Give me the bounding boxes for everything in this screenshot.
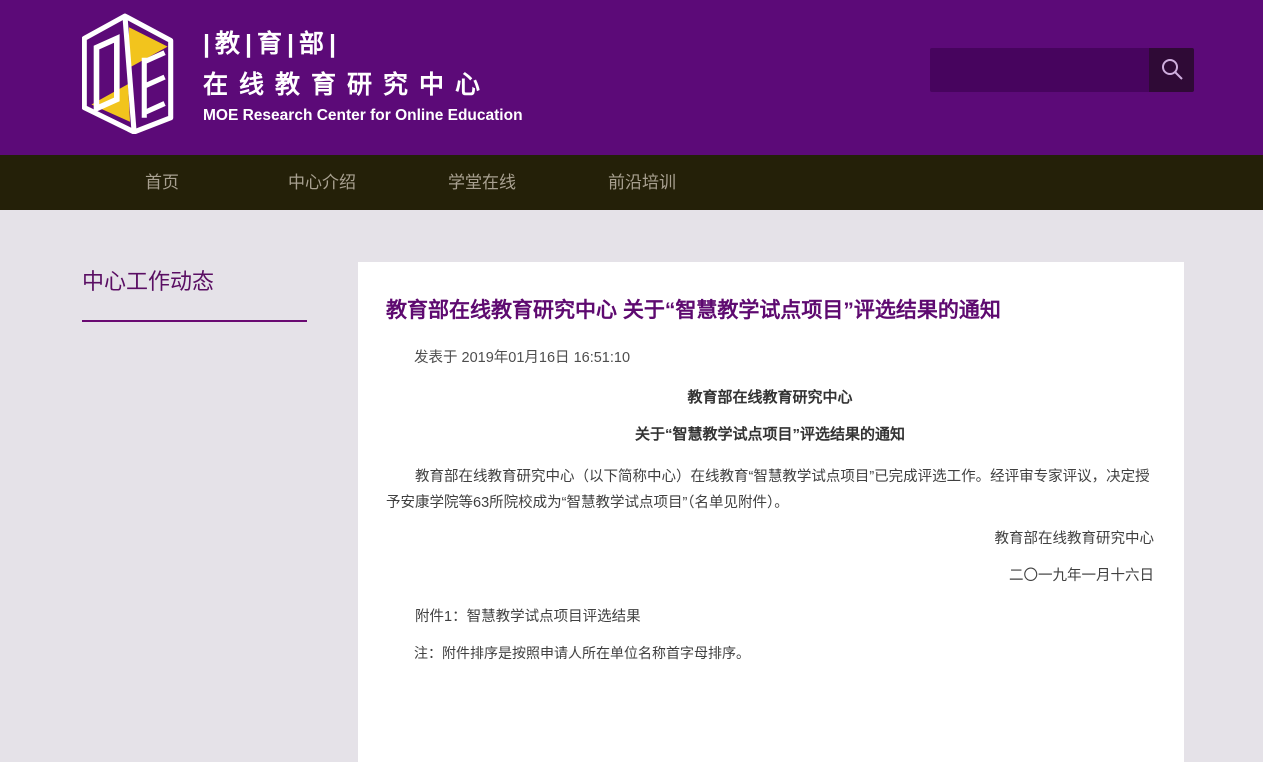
search-button[interactable] xyxy=(1149,48,1194,92)
nav-item-frontier-training[interactable]: 前沿培训 xyxy=(562,155,722,210)
publish-date: 发表于 2019年01月16日 16:51:10 xyxy=(386,346,1154,367)
nav-item-home[interactable]: 首页 xyxy=(82,155,242,210)
logo-text: |教|育|部| 在线教育研究中心 MOE Research Center for… xyxy=(203,28,523,126)
oe-logo-icon[interactable] xyxy=(82,12,174,134)
logo-center-name-label: 在线教育研究中心 xyxy=(203,70,523,100)
nav-item-xuetang-online[interactable]: 学堂在线 xyxy=(402,155,562,210)
logo-ministry-label: |教|育|部| xyxy=(203,28,523,60)
article-card: 教育部在线教育研究中心 关于“智慧教学试点项目”评选结果的通知 发表于 2019… xyxy=(358,262,1184,762)
main-nav: 首页 中心介绍 学堂在线 前沿培训 xyxy=(0,155,1263,210)
signature-date: 二〇一九年一月十六日 xyxy=(386,564,1154,585)
search-input[interactable] xyxy=(930,48,1149,92)
note-line: 注：附件排序是按照申请人所在单位名称首字母排序。 xyxy=(386,643,1154,663)
nav-item-center-intro[interactable]: 中心介绍 xyxy=(242,155,402,210)
doc-org-heading: 教育部在线教育研究中心 xyxy=(386,386,1154,407)
site-header: |教|育|部| 在线教育研究中心 MOE Research Center for… xyxy=(0,0,1263,155)
search-icon xyxy=(1159,57,1185,83)
doc-paragraph: 教育部在线教育研究中心（以下简称中心）在线教育“智慧教学试点项目”已完成评选工作… xyxy=(386,464,1154,516)
signature-org: 教育部在线教育研究中心 xyxy=(386,527,1154,548)
sidebar-section-title: 中心工作动态 xyxy=(82,264,307,322)
search-box xyxy=(930,48,1180,92)
logo-english-label: MOE Research Center for Online Education xyxy=(203,106,523,126)
sidebar: 中心工作动态 xyxy=(82,264,307,322)
attachment-line: 附件1：智慧教学试点项目评选结果 xyxy=(386,605,1154,626)
article-title: 教育部在线教育研究中心 关于“智慧教学试点项目”评选结果的通知 xyxy=(386,298,1154,324)
doc-title-heading: 关于“智慧教学试点项目”评选结果的通知 xyxy=(386,423,1154,444)
